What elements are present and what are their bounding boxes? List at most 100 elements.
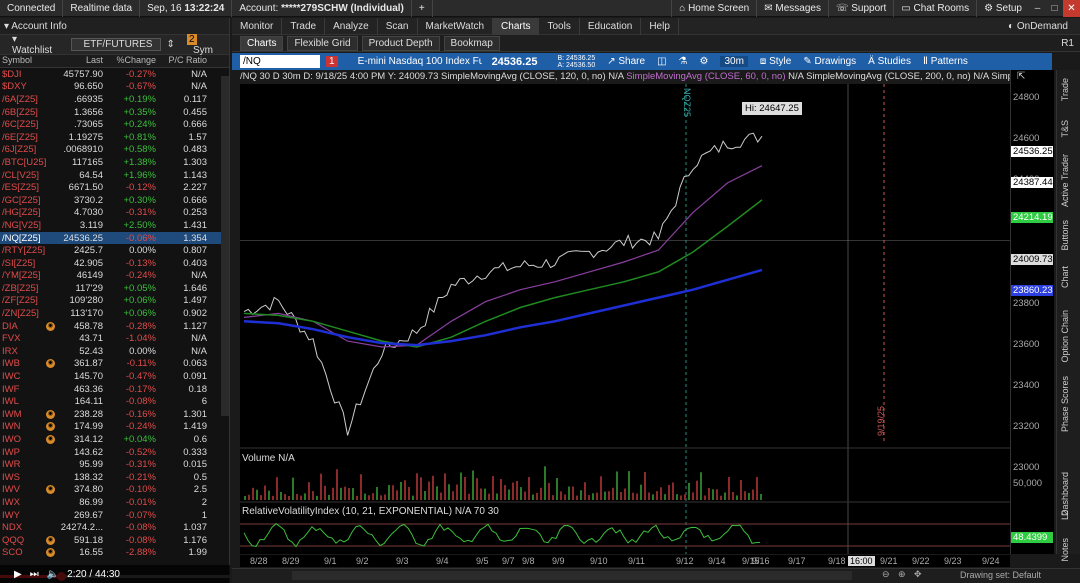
zoom-in-icon[interactable]: ⊕ xyxy=(898,569,906,580)
side-tab-notes[interactable]: Notes xyxy=(1060,538,1070,562)
watchlist-row[interactable]: IWR 95.99 -0.31% 0.015 xyxy=(0,458,229,471)
patterns-menu[interactable]: Ⅱ Patterns xyxy=(923,56,968,67)
alert-badge-icon[interactable]: 1 xyxy=(326,56,338,67)
side-tab-active-trader[interactable]: Active Trader xyxy=(1060,154,1070,207)
menu-monitor[interactable]: Monitor xyxy=(232,17,283,35)
share-button[interactable]: ↗ Share xyxy=(607,56,645,67)
drawing-set-selector[interactable]: Drawing set: Default xyxy=(960,570,1041,580)
column-change[interactable]: %Change xyxy=(105,55,158,67)
menu-analyze[interactable]: Analyze xyxy=(325,17,378,35)
side-tab-phase-scores[interactable]: Phase Scores xyxy=(1060,376,1070,432)
setup-button[interactable]: ⚙ Setup xyxy=(976,0,1029,17)
price-axis[interactable]: ⇱ 24800246002440024200240002380023600234… xyxy=(1010,70,1054,554)
watchlist-row[interactable]: /ZB[Z25] 117'29 +0.05% 1.646 xyxy=(0,282,229,295)
pan-icon[interactable]: ✥ xyxy=(914,569,922,580)
watchlist-row[interactable]: IWY 269.67 -0.07% 1 xyxy=(0,509,229,522)
watchlist-row[interactable]: IWN ◉ 174.99 -0.24% 1.419 xyxy=(0,421,229,434)
style-menu[interactable]: ⧈ Style xyxy=(760,56,791,67)
watchlist-row[interactable]: /6J[Z25] .0068910 +0.58% 0.483 xyxy=(0,144,229,157)
column-last[interactable]: Last xyxy=(60,55,105,67)
watchlist-scrollbar[interactable] xyxy=(221,76,229,416)
more-studies-legend[interactable]: Simple... xyxy=(991,71,1010,82)
camera-icon[interactable]: ◫ xyxy=(657,56,666,67)
sma200-legend[interactable]: SimpleMovingAvg (CLOSE, 200, 0, no) xyxy=(806,71,971,82)
chart-tab-flexible-grid[interactable]: Flexible Grid xyxy=(287,35,358,51)
side-tab-chart[interactable]: Chart xyxy=(1060,266,1070,288)
ondemand-button[interactable]: ◐ OnDemand xyxy=(1008,21,1080,32)
watchlist-row[interactable]: DIA ◉ 458.78 -0.28% 1.127 xyxy=(0,320,229,333)
watchlist-row[interactable]: /BTC[U25] 117165 +1.38% 1.303 xyxy=(0,156,229,169)
chart-svg[interactable] xyxy=(240,84,1010,554)
volume-icon[interactable]: 🔈 xyxy=(47,569,59,580)
watchlist-row[interactable]: $DXY 96.650 -0.67% N/A xyxy=(0,81,229,94)
menu-marketwatch[interactable]: MarketWatch xyxy=(418,17,494,35)
chart-tab-product-depth[interactable]: Product Depth xyxy=(361,35,440,51)
side-tab-l2[interactable]: L2 xyxy=(1060,510,1070,520)
watchlist-row[interactable]: IWV ◉ 374.80 -0.10% 2.5 xyxy=(0,484,229,497)
menu-education[interactable]: Education xyxy=(580,17,642,35)
time-axis[interactable]: 8/28 8/29 9/1 9/2 9/3 9/4 9/5 9/7 9/8 9/9 9/10 9/11… xyxy=(240,555,1010,567)
sort-icon[interactable]: ⇕ xyxy=(161,39,181,50)
watchlist-row[interactable]: IWO ◉ 314.12 +0.04% 0.6 xyxy=(0,433,229,446)
watchlist-row[interactable]: /6A[Z25] .66935 +0.19% 0.117 xyxy=(0,93,229,106)
column-pc-ratio[interactable]: P/C Ratio xyxy=(158,55,211,67)
sma60-legend[interactable]: SimpleMovingAvg (CLOSE, 60, 0, no) xyxy=(626,71,785,82)
watchlist-row[interactable]: /6C[Z25] .73065 +0.24% 0.666 xyxy=(0,118,229,131)
watchlist-row[interactable]: FVX 43.71 -1.04% N/A xyxy=(0,332,229,345)
watchlist-row[interactable]: QQQ ◉ 591.18 -0.08% 1.176 xyxy=(0,534,229,547)
watchlist-row[interactable]: /6B[Z25] 1.3656 +0.35% 0.455 xyxy=(0,106,229,119)
chart-tab-bookmap[interactable]: Bookmap xyxy=(443,35,500,51)
etf-futures-dropdown[interactable]: ETF/FUTURES xyxy=(70,38,161,51)
column-symbol[interactable]: Symbol xyxy=(0,55,60,67)
timeframe-selector[interactable]: 30m xyxy=(720,56,748,67)
grid-layout-label[interactable]: R1 xyxy=(1061,38,1080,49)
menu-charts[interactable]: Charts xyxy=(493,17,540,35)
side-tab-t-s[interactable]: T&S xyxy=(1060,120,1070,138)
watchlist-row[interactable]: /GC[Z25] 3730.2 +0.30% 0.666 xyxy=(0,194,229,207)
chart-tab-charts[interactable]: Charts xyxy=(240,35,284,51)
support-button[interactable]: ☏ Support xyxy=(827,0,893,17)
menu-help[interactable]: Help xyxy=(641,17,679,35)
zoom-out-icon[interactable]: ⊖ xyxy=(882,569,890,580)
messages-button[interactable]: ✉ Messages xyxy=(756,0,828,17)
watchlist-row[interactable]: /ES[Z25] 6671.50 -0.12% 2.227 xyxy=(0,181,229,194)
studies-menu[interactable]: Ä Studies xyxy=(868,56,911,67)
close-icon[interactable]: ✕ xyxy=(1063,0,1080,17)
play-icon[interactable]: ▶ xyxy=(14,569,22,580)
menu-tools[interactable]: Tools xyxy=(539,17,580,35)
watchlist-row[interactable]: IWC 145.70 -0.47% 0.091 xyxy=(0,370,229,383)
watchlist-row[interactable]: IWF 463.36 -0.17% 0.18 xyxy=(0,383,229,396)
chat-rooms-button[interactable]: ▭ Chat Rooms xyxy=(893,0,976,17)
watchlist-row[interactable]: IWS 138.32 -0.21% 0.5 xyxy=(0,471,229,484)
side-tab-buttons[interactable]: Buttons xyxy=(1060,220,1070,251)
add-button[interactable]: + xyxy=(412,0,433,17)
next-icon[interactable]: ⏭ xyxy=(30,569,39,580)
watchlist-row[interactable]: IWP 143.62 -0.52% 0.333 xyxy=(0,446,229,459)
watchlist-row[interactable]: SCO ◉ 16.55 -2.88% 1.99 xyxy=(0,547,229,560)
home-screen-button[interactable]: ⌂ Home Screen xyxy=(671,0,756,17)
watchlist-row[interactable]: /CL[V25] 64.54 +1.96% 1.143 xyxy=(0,169,229,182)
watchlist-row[interactable]: $DJI 45757.90 -0.27% N/A xyxy=(0,68,229,81)
watchlist-row[interactable]: IWB ◉ 361.87 -0.11% 0.063 xyxy=(0,358,229,371)
symbol-input[interactable]: /NQ xyxy=(240,55,320,68)
watchlist-row[interactable]: /ZF[Z25] 109'280 +0.06% 1.497 xyxy=(0,295,229,308)
watchlist-row[interactable]: /NG[V25] 3.119 +2.50% 1.431 xyxy=(0,219,229,232)
watchlist-row[interactable]: /6E[Z25] 1.19275 +0.81% 1.57 xyxy=(0,131,229,144)
sma120-legend[interactable]: SimpleMovingAvg (CLOSE, 120, 0, no) xyxy=(441,71,606,82)
crosshair-icon[interactable]: ⇱ xyxy=(1017,71,1025,82)
side-tab-trade[interactable]: Trade xyxy=(1060,78,1070,101)
account-selector[interactable]: Account: *****279SCHW (Individual) xyxy=(232,0,412,17)
watchlist-row[interactable]: /SI[Z25] 42.905 -0.13% 0.403 xyxy=(0,257,229,270)
menu-scan[interactable]: Scan xyxy=(378,17,418,35)
flask-icon[interactable]: ⚗ xyxy=(679,56,688,67)
watchlist-row[interactable]: IRX 52.43 0.00% N/A xyxy=(0,345,229,358)
account-info-header[interactable]: ▾ Account Info xyxy=(0,18,229,35)
watchlist-row[interactable]: NDX 24274.2... -0.08% 1.037 xyxy=(0,521,229,534)
watchlist-row[interactable]: /NQ[Z25] 24536.25 -0.06% 1.354 xyxy=(0,231,229,245)
watchlist-row[interactable]: IWM ◉ 238.28 -0.16% 1.301 xyxy=(0,408,229,421)
watchlist-row[interactable]: IWX 86.99 -0.01% 2 xyxy=(0,496,229,509)
minimize-icon[interactable]: – xyxy=(1029,0,1046,17)
menu-trade[interactable]: Trade xyxy=(282,17,326,35)
side-tab-option-chain[interactable]: Option Chain xyxy=(1060,310,1070,363)
sym-tab[interactable]: 2 Sym xyxy=(181,33,229,56)
